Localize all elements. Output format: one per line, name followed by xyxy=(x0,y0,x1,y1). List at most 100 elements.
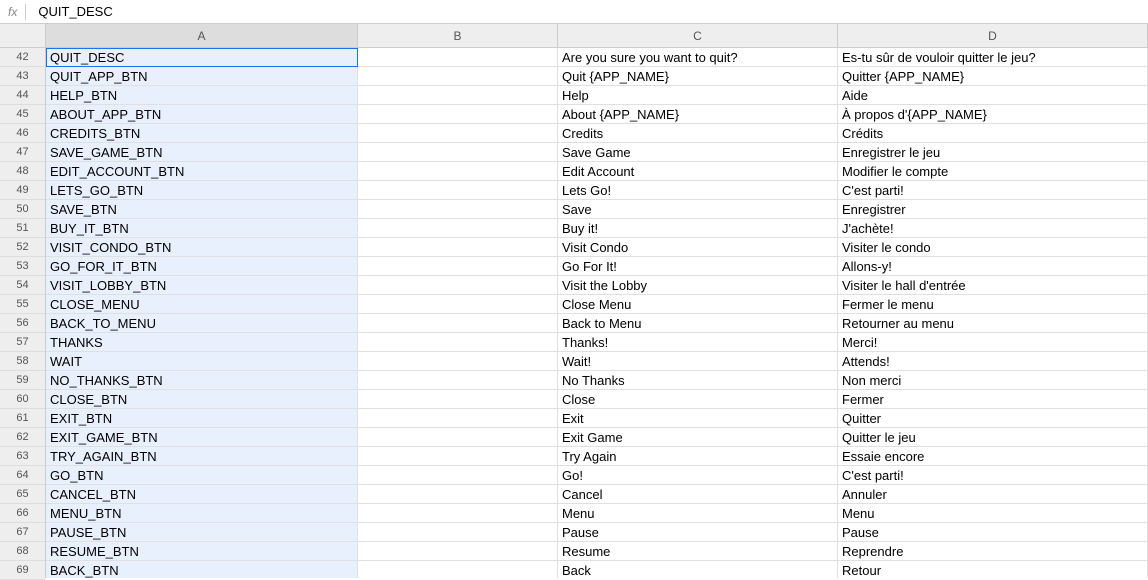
cell-english[interactable]: Save xyxy=(558,200,838,219)
cell-english[interactable]: Go! xyxy=(558,466,838,485)
cell-key[interactable]: ABOUT_APP_BTN xyxy=(46,105,358,124)
cell-french[interactable]: Visiter le hall d'entrée xyxy=(838,276,1148,295)
row-header[interactable]: 56 xyxy=(0,314,45,333)
cell-french[interactable]: Attends! xyxy=(838,352,1148,371)
row-header[interactable]: 55 xyxy=(0,295,45,314)
cell-french[interactable]: Non merci xyxy=(838,371,1148,390)
cell-key[interactable]: MENU_BTN xyxy=(46,504,358,523)
cell-key[interactable]: CLOSE_MENU xyxy=(46,295,358,314)
cell-empty[interactable] xyxy=(358,162,558,181)
cell-french[interactable]: Fermer le menu xyxy=(838,295,1148,314)
cell-empty[interactable] xyxy=(358,48,558,67)
cell-french[interactable]: Quitter {APP_NAME} xyxy=(838,67,1148,86)
cell-empty[interactable] xyxy=(358,86,558,105)
cell-key[interactable]: GO_FOR_IT_BTN xyxy=(46,257,358,276)
row-header[interactable]: 54 xyxy=(0,276,45,295)
cell-english[interactable]: Wait! xyxy=(558,352,838,371)
cell-key[interactable]: EXIT_BTN xyxy=(46,409,358,428)
cell-key[interactable]: BACK_BTN xyxy=(46,561,358,578)
row-header[interactable]: 58 xyxy=(0,352,45,371)
row-header[interactable]: 51 xyxy=(0,219,45,238)
cell-french[interactable]: Aide xyxy=(838,86,1148,105)
cell-key[interactable]: WAIT xyxy=(46,352,358,371)
row-header[interactable]: 43 xyxy=(0,67,45,86)
cell-empty[interactable] xyxy=(358,143,558,162)
row-header[interactable]: 64 xyxy=(0,466,45,485)
cell-french[interactable]: Allons-y! xyxy=(838,257,1148,276)
cell-english[interactable]: Thanks! xyxy=(558,333,838,352)
cell-key[interactable]: EDIT_ACCOUNT_BTN xyxy=(46,162,358,181)
cell-empty[interactable] xyxy=(358,238,558,257)
cell-english[interactable]: Save Game xyxy=(558,143,838,162)
column-header-a[interactable]: A xyxy=(46,24,358,47)
cell-key[interactable]: GO_BTN xyxy=(46,466,358,485)
cell-empty[interactable] xyxy=(358,314,558,333)
cell-english[interactable]: Are you sure you want to quit? xyxy=(558,48,838,67)
cell-key[interactable]: THANKS xyxy=(46,333,358,352)
cell-empty[interactable] xyxy=(358,295,558,314)
cell-empty[interactable] xyxy=(358,371,558,390)
cell-french[interactable]: Merci! xyxy=(838,333,1148,352)
cell-key[interactable]: CANCEL_BTN xyxy=(46,485,358,504)
cell-key[interactable]: QUIT_APP_BTN xyxy=(46,67,358,86)
cell-french[interactable]: Quitter le jeu xyxy=(838,428,1148,447)
cell-empty[interactable] xyxy=(358,466,558,485)
cell-french[interactable]: Modifier le compte xyxy=(838,162,1148,181)
cell-french[interactable]: Fermer xyxy=(838,390,1148,409)
cell-key[interactable]: VISIT_LOBBY_BTN xyxy=(46,276,358,295)
cell-english[interactable]: Edit Account xyxy=(558,162,838,181)
row-header[interactable]: 62 xyxy=(0,428,45,447)
cell-french[interactable]: Es-tu sûr de vouloir quitter le jeu? xyxy=(838,48,1148,67)
row-header[interactable]: 50 xyxy=(0,200,45,219)
cell-key[interactable]: NO_THANKS_BTN xyxy=(46,371,358,390)
column-header-c[interactable]: C xyxy=(558,24,838,47)
cell-empty[interactable] xyxy=(358,67,558,86)
cell-empty[interactable] xyxy=(358,276,558,295)
row-header[interactable]: 45 xyxy=(0,105,45,124)
cell-empty[interactable] xyxy=(358,200,558,219)
cell-key[interactable]: SAVE_BTN xyxy=(46,200,358,219)
row-header[interactable]: 57 xyxy=(0,333,45,352)
cell-french[interactable]: Quitter xyxy=(838,409,1148,428)
row-header[interactable]: 61 xyxy=(0,409,45,428)
cell-key[interactable]: QUIT_DESC xyxy=(46,48,358,67)
cell-english[interactable]: Try Again xyxy=(558,447,838,466)
cell-french[interactable]: Enregistrer xyxy=(838,200,1148,219)
cell-french[interactable]: C'est parti! xyxy=(838,181,1148,200)
cell-key[interactable]: RESUME_BTN xyxy=(46,542,358,561)
cell-key[interactable]: BUY_IT_BTN xyxy=(46,219,358,238)
cell-french[interactable]: Visiter le condo xyxy=(838,238,1148,257)
cell-english[interactable]: Quit {APP_NAME} xyxy=(558,67,838,86)
cell-key[interactable]: BACK_TO_MENU xyxy=(46,314,358,333)
cell-french[interactable]: Enregistrer le jeu xyxy=(838,143,1148,162)
cell-french[interactable]: À propos d'{APP_NAME} xyxy=(838,105,1148,124)
row-header[interactable]: 42 xyxy=(0,48,45,67)
cell-empty[interactable] xyxy=(358,561,558,578)
cell-empty[interactable] xyxy=(358,428,558,447)
cell-english[interactable]: Buy it! xyxy=(558,219,838,238)
cell-key[interactable]: CLOSE_BTN xyxy=(46,390,358,409)
row-header[interactable]: 66 xyxy=(0,504,45,523)
cell-empty[interactable] xyxy=(358,219,558,238)
row-header[interactable]: 60 xyxy=(0,390,45,409)
row-header[interactable]: 65 xyxy=(0,485,45,504)
cell-key[interactable]: VISIT_CONDO_BTN xyxy=(46,238,358,257)
cell-empty[interactable] xyxy=(358,542,558,561)
cell-french[interactable]: Menu xyxy=(838,504,1148,523)
cell-key[interactable]: TRY_AGAIN_BTN xyxy=(46,447,358,466)
cell-english[interactable]: Visit the Lobby xyxy=(558,276,838,295)
cell-french[interactable]: Retour xyxy=(838,561,1148,578)
cell-english[interactable]: Close Menu xyxy=(558,295,838,314)
cell-english[interactable]: Close xyxy=(558,390,838,409)
formula-bar[interactable]: fx QUIT_DESC xyxy=(0,0,1148,24)
cell-english[interactable]: Help xyxy=(558,86,838,105)
cell-french[interactable]: Crédits xyxy=(838,124,1148,143)
cell-empty[interactable] xyxy=(358,485,558,504)
cell-empty[interactable] xyxy=(358,447,558,466)
cell-key[interactable]: HELP_BTN xyxy=(46,86,358,105)
cell-key[interactable]: CREDITS_BTN xyxy=(46,124,358,143)
cell-english[interactable]: Pause xyxy=(558,523,838,542)
cell-empty[interactable] xyxy=(358,409,558,428)
column-header-d[interactable]: D xyxy=(838,24,1148,47)
cell-english[interactable]: Back xyxy=(558,561,838,578)
